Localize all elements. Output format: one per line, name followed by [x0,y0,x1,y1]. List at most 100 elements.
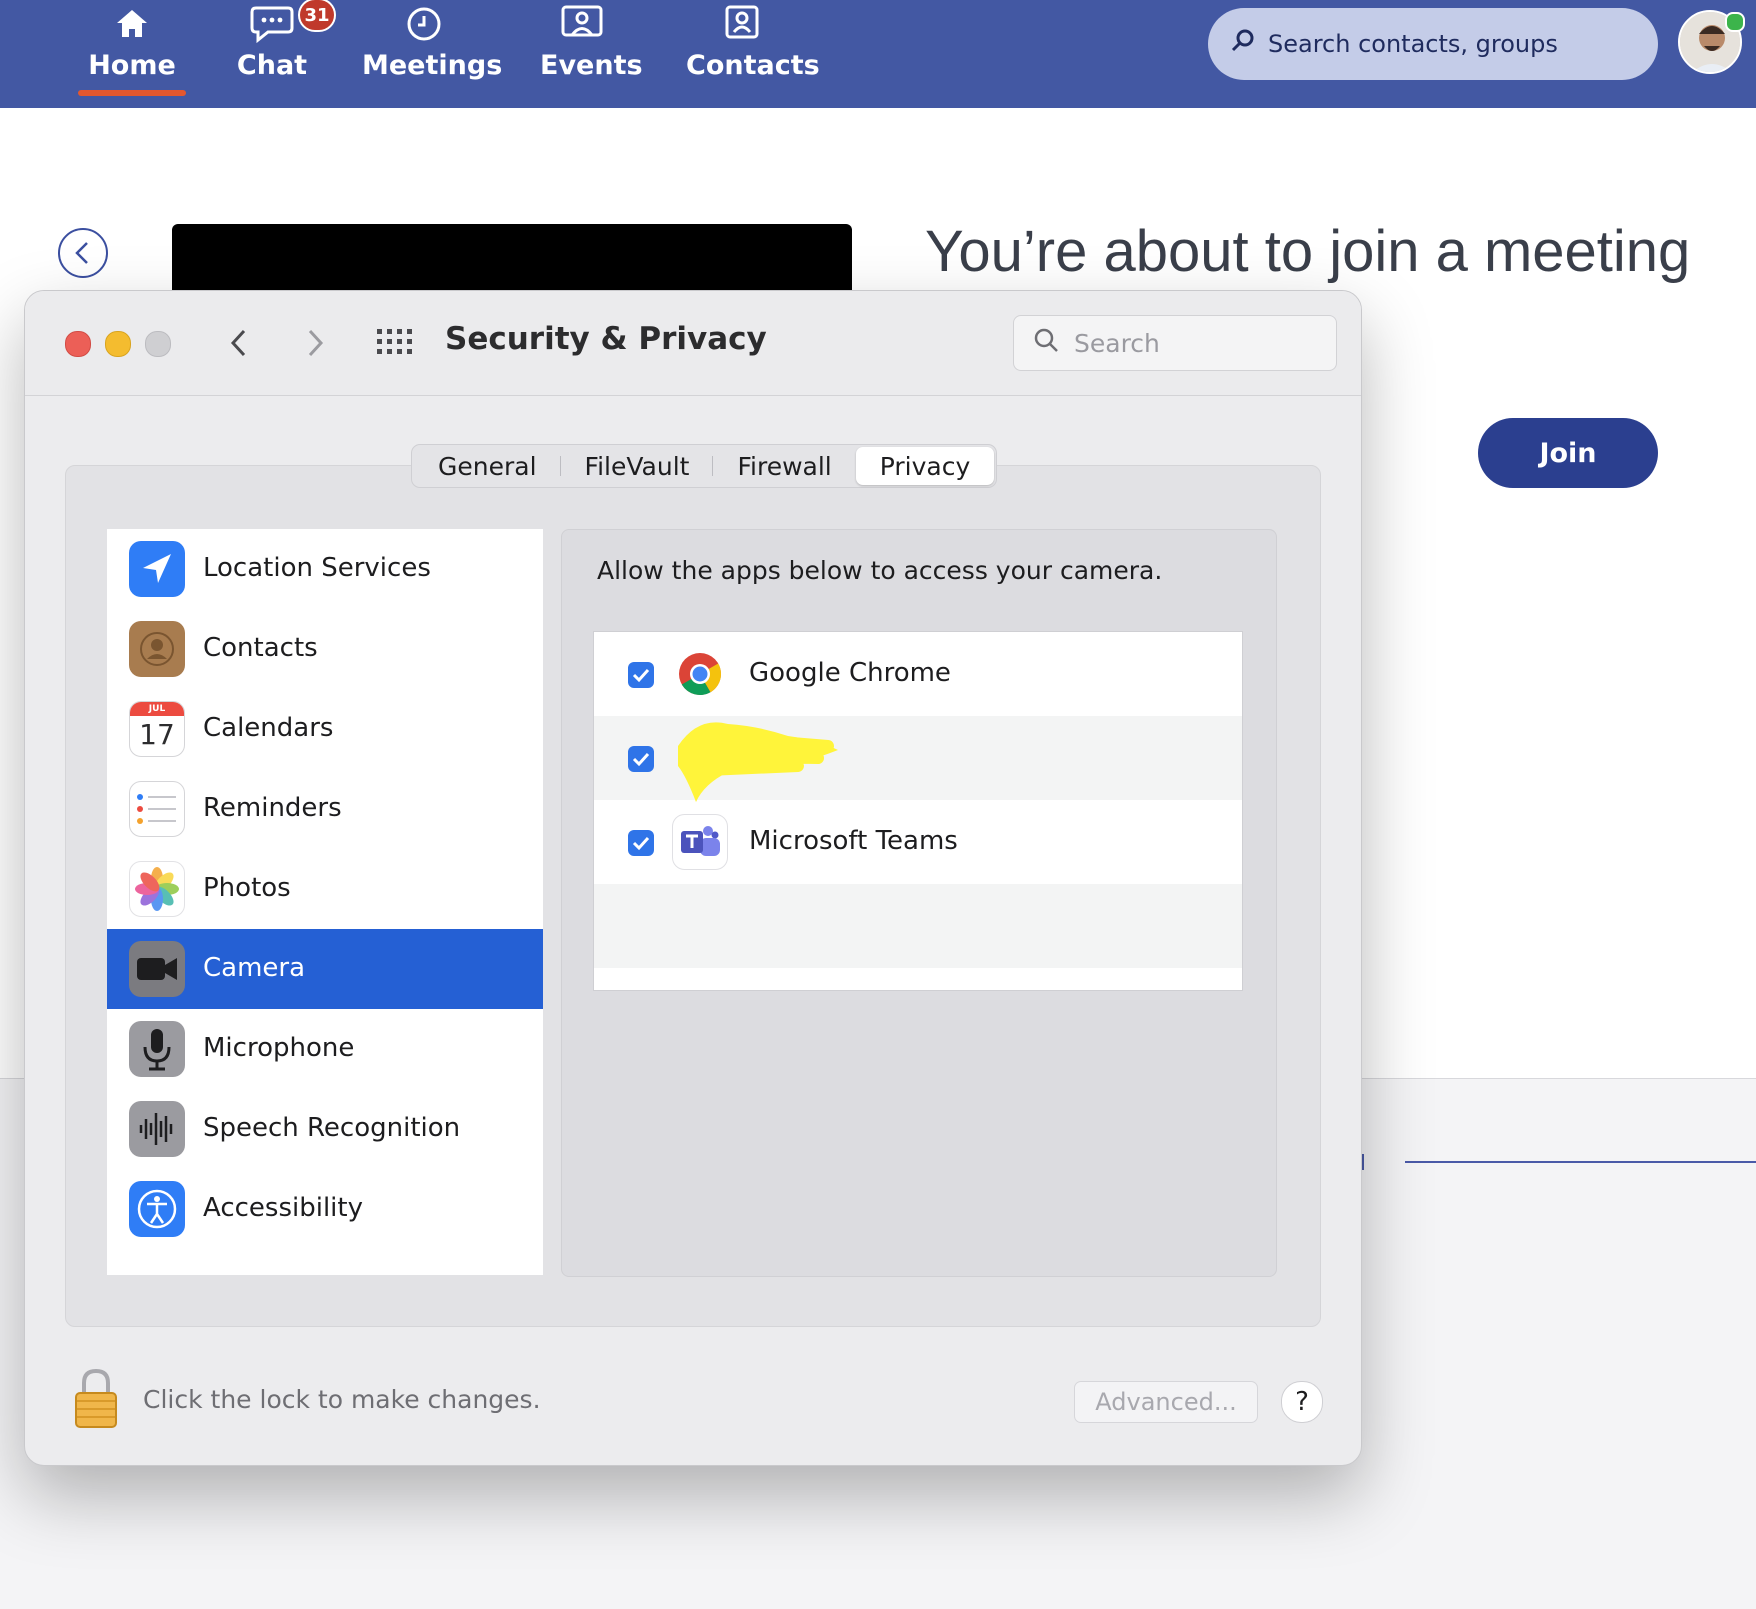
lock-icon[interactable] [73,1367,119,1435]
google-chrome-checkbox[interactable] [628,662,654,688]
advanced-button[interactable]: Advanced... [1074,1381,1258,1423]
tab-bar: General FileVault Firewall Privacy [411,444,998,488]
microphone-icon [129,1021,185,1077]
sidebar-item-camera[interactable]: Camera [107,929,543,1009]
nav-home-label: Home [88,50,176,81]
redacted-region [172,224,852,296]
redacted-app-checkbox[interactable] [628,746,654,772]
nav-events-label: Events [540,50,643,81]
window-title: Security & Privacy [445,321,767,357]
tab-privacy[interactable]: Privacy [855,447,995,485]
tab-general[interactable]: General [414,447,561,485]
close-window-button[interactable] [65,331,91,357]
nav-meetings[interactable]: Meetings [362,0,502,108]
help-button[interactable]: ? [1281,1381,1323,1423]
nav-chat[interactable]: 31 Chat [236,0,336,108]
tab-general-label: General [438,451,537,481]
nav-events[interactable]: Events [540,0,643,108]
sidebar-item-label: Contacts [203,633,318,663]
preferences-search-input[interactable]: Search [1013,315,1337,371]
waveform-icon [129,1101,185,1157]
events-icon [560,4,604,48]
calendar-day: 17 [139,718,175,751]
nav-chat-label: Chat [236,50,308,81]
app-row-microsoft-teams: Microsoft Teams [594,800,1242,884]
window-titlebar: Security & Privacy Search [25,291,1361,396]
app-name: Microsoft Teams [749,826,958,856]
clock-icon [404,4,444,48]
nav-contacts-label: Contacts [686,50,820,81]
zoom-window-button[interactable] [145,331,171,357]
back-button[interactable] [58,228,108,278]
show-all-grid-button[interactable] [375,327,415,361]
chevron-left-icon [75,242,88,264]
tab-firewall-label: Firewall [737,451,832,481]
sidebar-item-label: Photos [203,873,291,903]
yellow-highlight-scribble [668,706,858,814]
app-name: Google Chrome [749,658,951,688]
nav-active-underline [78,90,186,96]
contacts-search-placeholder: Search contacts, groups [1268,30,1558,58]
sidebar-item-photos[interactable]: Photos [107,849,543,929]
contacts-search-input[interactable]: Search contacts, groups [1208,8,1658,80]
search-icon [1230,28,1256,60]
chevron-left-icon [230,329,246,357]
forward-nav-button[interactable] [301,323,329,367]
sidebar-item-label: Location Services [203,553,431,583]
chat-badge: 31 [298,0,336,32]
minimize-window-button[interactable] [105,331,131,357]
nav-home[interactable]: Home [78,0,186,108]
calendar-month: JUL [148,704,166,714]
sidebar-item-label: Reminders [203,793,342,823]
presence-status-dot [1725,12,1745,32]
sidebar-item-label: Microphone [203,1033,355,1063]
sidebar-item-label: Camera [203,953,306,983]
tab-firewall[interactable]: Firewall [713,447,855,485]
sidebar-item-reminders[interactable]: Reminders [107,769,543,849]
grid-icon [377,329,412,354]
join-button[interactable]: Join [1478,418,1658,488]
join-meeting-title: You’re about to join a meeting [925,219,1691,284]
sidebar-item-label: Accessibility [203,1193,363,1223]
search-icon [1032,326,1060,360]
tab-filevault-label: FileVault [584,451,690,481]
checkmark-icon [632,668,650,683]
camera-app-list: Google Chrome Microsoft Teams [593,631,1243,991]
preferences-search-placeholder: Search [1074,328,1160,358]
app-row-redacted [594,716,1242,802]
teams-icon [672,814,728,870]
camera-icon [129,941,185,997]
tab-privacy-label: Privacy [879,451,971,481]
sidebar-item-label: Calendars [203,713,334,743]
nav-contacts[interactable]: Contacts [686,0,820,108]
accessibility-icon [129,1181,185,1237]
chat-icon [250,4,294,48]
checkmark-icon [632,836,650,851]
sidebar-item-accessibility[interactable]: Accessibility [107,1169,543,1249]
home-icon [114,4,150,48]
microsoft-teams-checkbox[interactable] [628,830,654,856]
privacy-category-list: Location Services Contacts JUL 17 Calend… [107,529,543,1275]
location-arrow-icon [129,541,185,597]
chevron-right-icon [308,329,324,357]
app-row-google-chrome: Google Chrome [594,632,1242,716]
nav-meetings-label: Meetings [362,50,503,81]
reminders-icon [129,781,185,837]
sidebar-item-speech-recognition[interactable]: Speech Recognition [107,1089,543,1169]
sidebar-item-label: Speech Recognition [203,1113,461,1143]
sidebar-item-calendars[interactable]: JUL 17 Calendars [107,689,543,769]
sidebar-item-microphone[interactable]: Microphone [107,1009,543,1089]
contacts-book-icon [129,621,185,677]
chrome-icon [672,646,728,702]
sidebar-item-location-services[interactable]: Location Services [107,529,543,609]
sidebar-item-contacts[interactable]: Contacts [107,609,543,689]
empty-app-row [594,884,1242,968]
photos-icon [129,861,185,917]
calendar-icon: JUL 17 [129,701,185,757]
contacts-icon [724,4,760,48]
checkmark-icon [632,752,650,767]
back-nav-button[interactable] [225,323,253,367]
camera-access-description: Allow the apps below to access your came… [597,556,1163,585]
lock-message: Click the lock to make changes. [143,1385,541,1414]
tab-filevault[interactable]: FileVault [561,447,714,485]
